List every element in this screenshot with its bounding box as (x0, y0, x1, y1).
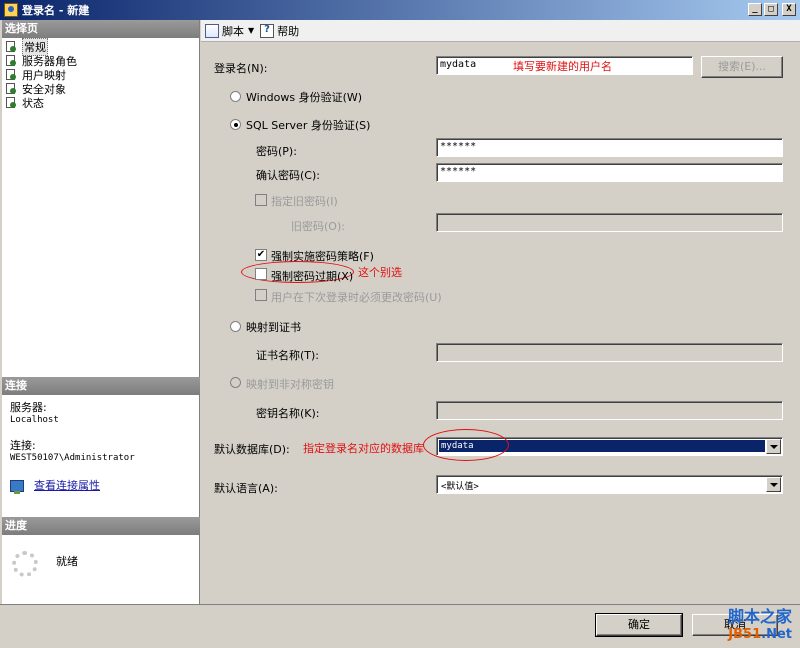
old-password-input[interactable] (436, 213, 783, 232)
page-icon (4, 41, 18, 53)
key-name-label: 密钥名称(K): (256, 407, 320, 420)
map-to-cert-radio[interactable] (230, 321, 241, 332)
default-lang-value: <默认值> (441, 482, 479, 492)
view-connection-properties-label: 查看连接属性 (34, 479, 100, 492)
page-icon (4, 69, 18, 81)
password-label: 密码(P): (256, 145, 297, 158)
map-to-asym-key-label: 映射到非对称密钥 (246, 378, 334, 391)
dialog-footer: 确定 取消 脚本之家 JB51.Net (0, 604, 800, 648)
enforce-policy-checkbox[interactable]: ✔ (255, 249, 267, 261)
default-db-highlight-ellipse (423, 429, 509, 461)
minimize-button[interactable]: _ (748, 3, 762, 16)
watermark-line1: 脚本之家 (727, 607, 792, 626)
chevron-down-icon: ▼ (248, 26, 255, 35)
page-item-server-roles[interactable]: 服务器角色 (2, 54, 199, 68)
windows-auth-radio[interactable] (230, 91, 241, 102)
cert-name-select[interactable] (436, 343, 783, 362)
page-icon (4, 97, 18, 109)
watermark-net: .Net (761, 627, 792, 642)
view-connection-properties-link[interactable]: 查看连接属性 (10, 479, 200, 494)
help-icon (260, 23, 275, 38)
cert-name-label: 证书名称(T): (256, 349, 320, 362)
close-button[interactable]: X (782, 3, 796, 16)
watermark-logo: 脚本之家 JB51.Net (728, 603, 792, 642)
help-label: 帮助 (277, 24, 300, 38)
connection-label: 连接: (10, 439, 36, 452)
login-name-annotation: 填写要新建的用户名 (513, 60, 612, 73)
script-label: 脚本 (222, 24, 244, 38)
search-button[interactable]: 搜索(E)... (701, 56, 783, 78)
title-bar: 登录名 - 新建 _ □ X (0, 0, 800, 20)
left-pane: 选择页 常规 服务器角色 用户映射 安全对象 状态 连接 服务器: Localh… (2, 20, 200, 604)
page-item-status[interactable]: 状态 (2, 96, 199, 110)
page-icon (4, 55, 18, 67)
password-input[interactable]: ****** (436, 138, 783, 157)
window-title: 登录名 - 新建 (22, 4, 90, 17)
script-icon (205, 23, 219, 38)
default-lang-select[interactable]: <默认值> (436, 475, 783, 494)
page-item-user-mapping[interactable]: 用户映射 (2, 68, 199, 82)
map-to-asym-key-radio[interactable] (230, 377, 241, 388)
select-page-header: 选择页 (2, 20, 199, 38)
watermark-line2: JB51.Net (728, 627, 792, 642)
connection-body: 服务器: Localhost 连接: WEST50107\Administrat… (2, 395, 200, 494)
page-item-general[interactable]: 常规 (2, 38, 199, 56)
confirm-password-label: 确认密码(C): (256, 169, 320, 182)
login-icon (4, 3, 18, 17)
connection-section: 连接 服务器: Localhost 连接: WEST50107\Administ… (2, 377, 200, 494)
sql-auth-radio[interactable] (230, 119, 241, 130)
old-password-label: 旧密码(O): (291, 220, 345, 233)
page-icon (4, 83, 18, 95)
enforce-expiration-label: 强制密码过期(X) (271, 270, 354, 283)
enforce-expiration-checkbox[interactable] (255, 268, 267, 280)
progress-spinner-icon (12, 551, 38, 577)
window-controls: _ □ X (748, 3, 796, 16)
login-name-label: 登录名(N): (214, 62, 268, 75)
expiration-annotation: 这个别选 (358, 266, 402, 279)
progress-section: 进度 就绪 (2, 517, 200, 577)
watermark-jb51: JB51 (728, 627, 762, 642)
maximize-button[interactable]: □ (764, 3, 778, 16)
default-lang-label: 默认语言(A): (214, 482, 278, 495)
must-change-checkbox[interactable] (255, 289, 267, 301)
login-name-value: mydata (440, 59, 477, 70)
confirm-password-input[interactable]: ****** (436, 163, 783, 182)
specify-old-password-checkbox[interactable] (255, 194, 267, 206)
specify-old-password-label: 指定旧密码(I) (271, 195, 338, 208)
chevron-down-icon[interactable] (766, 439, 781, 454)
server-label: 服务器: (10, 401, 47, 414)
windows-auth-label: Windows 身份验证(W) (246, 91, 363, 104)
help-button[interactable]: 帮助 (260, 23, 299, 39)
page-item-label: 状态 (22, 97, 44, 110)
default-db-annotation: 指定登录名对应的数据库 (303, 442, 424, 455)
toolbar: 脚本 ▼ 帮助 (201, 20, 800, 42)
connection-properties-icon (10, 479, 24, 494)
chevron-down-icon[interactable] (766, 477, 781, 492)
must-change-label: 用户在下次登录时必须更改密码(U) (271, 291, 442, 304)
connection-value: WEST50107\Administrator (10, 453, 135, 463)
general-page-form: 登录名(N): mydata 填写要新建的用户名 搜索(E)... Window… (201, 43, 800, 604)
confirm-password-value: ****** (440, 166, 477, 177)
page-list: 常规 服务器角色 用户映射 安全对象 状态 (2, 38, 199, 110)
connection-header: 连接 (2, 377, 200, 395)
key-name-select[interactable] (436, 401, 783, 420)
map-to-cert-label: 映射到证书 (246, 321, 301, 334)
ok-button[interactable]: 确定 (595, 613, 683, 637)
default-db-label: 默认数据库(D): (214, 443, 290, 456)
script-button[interactable]: 脚本 ▼ (205, 23, 254, 39)
sql-auth-label: SQL Server 身份验证(S) (246, 119, 371, 132)
page-item-securables[interactable]: 安全对象 (2, 82, 199, 96)
progress-header: 进度 (2, 517, 200, 535)
progress-status: 就绪 (56, 555, 78, 568)
server-value: Localhost (10, 415, 59, 425)
password-value: ****** (440, 141, 477, 152)
